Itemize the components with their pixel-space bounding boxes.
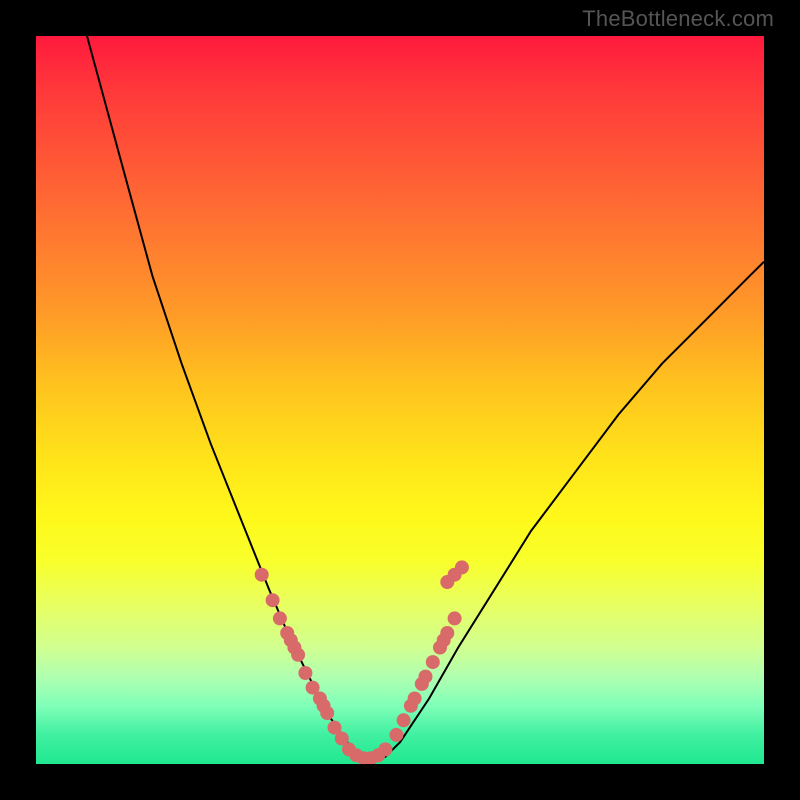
marker-dot: [255, 568, 269, 582]
marker-dot: [419, 670, 433, 684]
chart-svg: [36, 36, 764, 764]
marker-dot: [266, 593, 280, 607]
marker-dot: [448, 611, 462, 625]
marker-dot: [320, 706, 334, 720]
marker-dot: [408, 692, 422, 706]
marker-dot: [426, 655, 440, 669]
watermark-text: TheBottleneck.com: [582, 6, 774, 32]
marker-dot: [440, 626, 454, 640]
chart-frame: TheBottleneck.com: [0, 0, 800, 800]
marker-dot: [298, 666, 312, 680]
marker-dot: [291, 648, 305, 662]
marker-dot: [378, 742, 392, 756]
marker-dot: [389, 728, 403, 742]
bottleneck-curve: [87, 36, 764, 760]
marker-dot: [455, 560, 469, 574]
marker-dot: [273, 611, 287, 625]
marker-dot: [397, 713, 411, 727]
plot-area: [36, 36, 764, 764]
